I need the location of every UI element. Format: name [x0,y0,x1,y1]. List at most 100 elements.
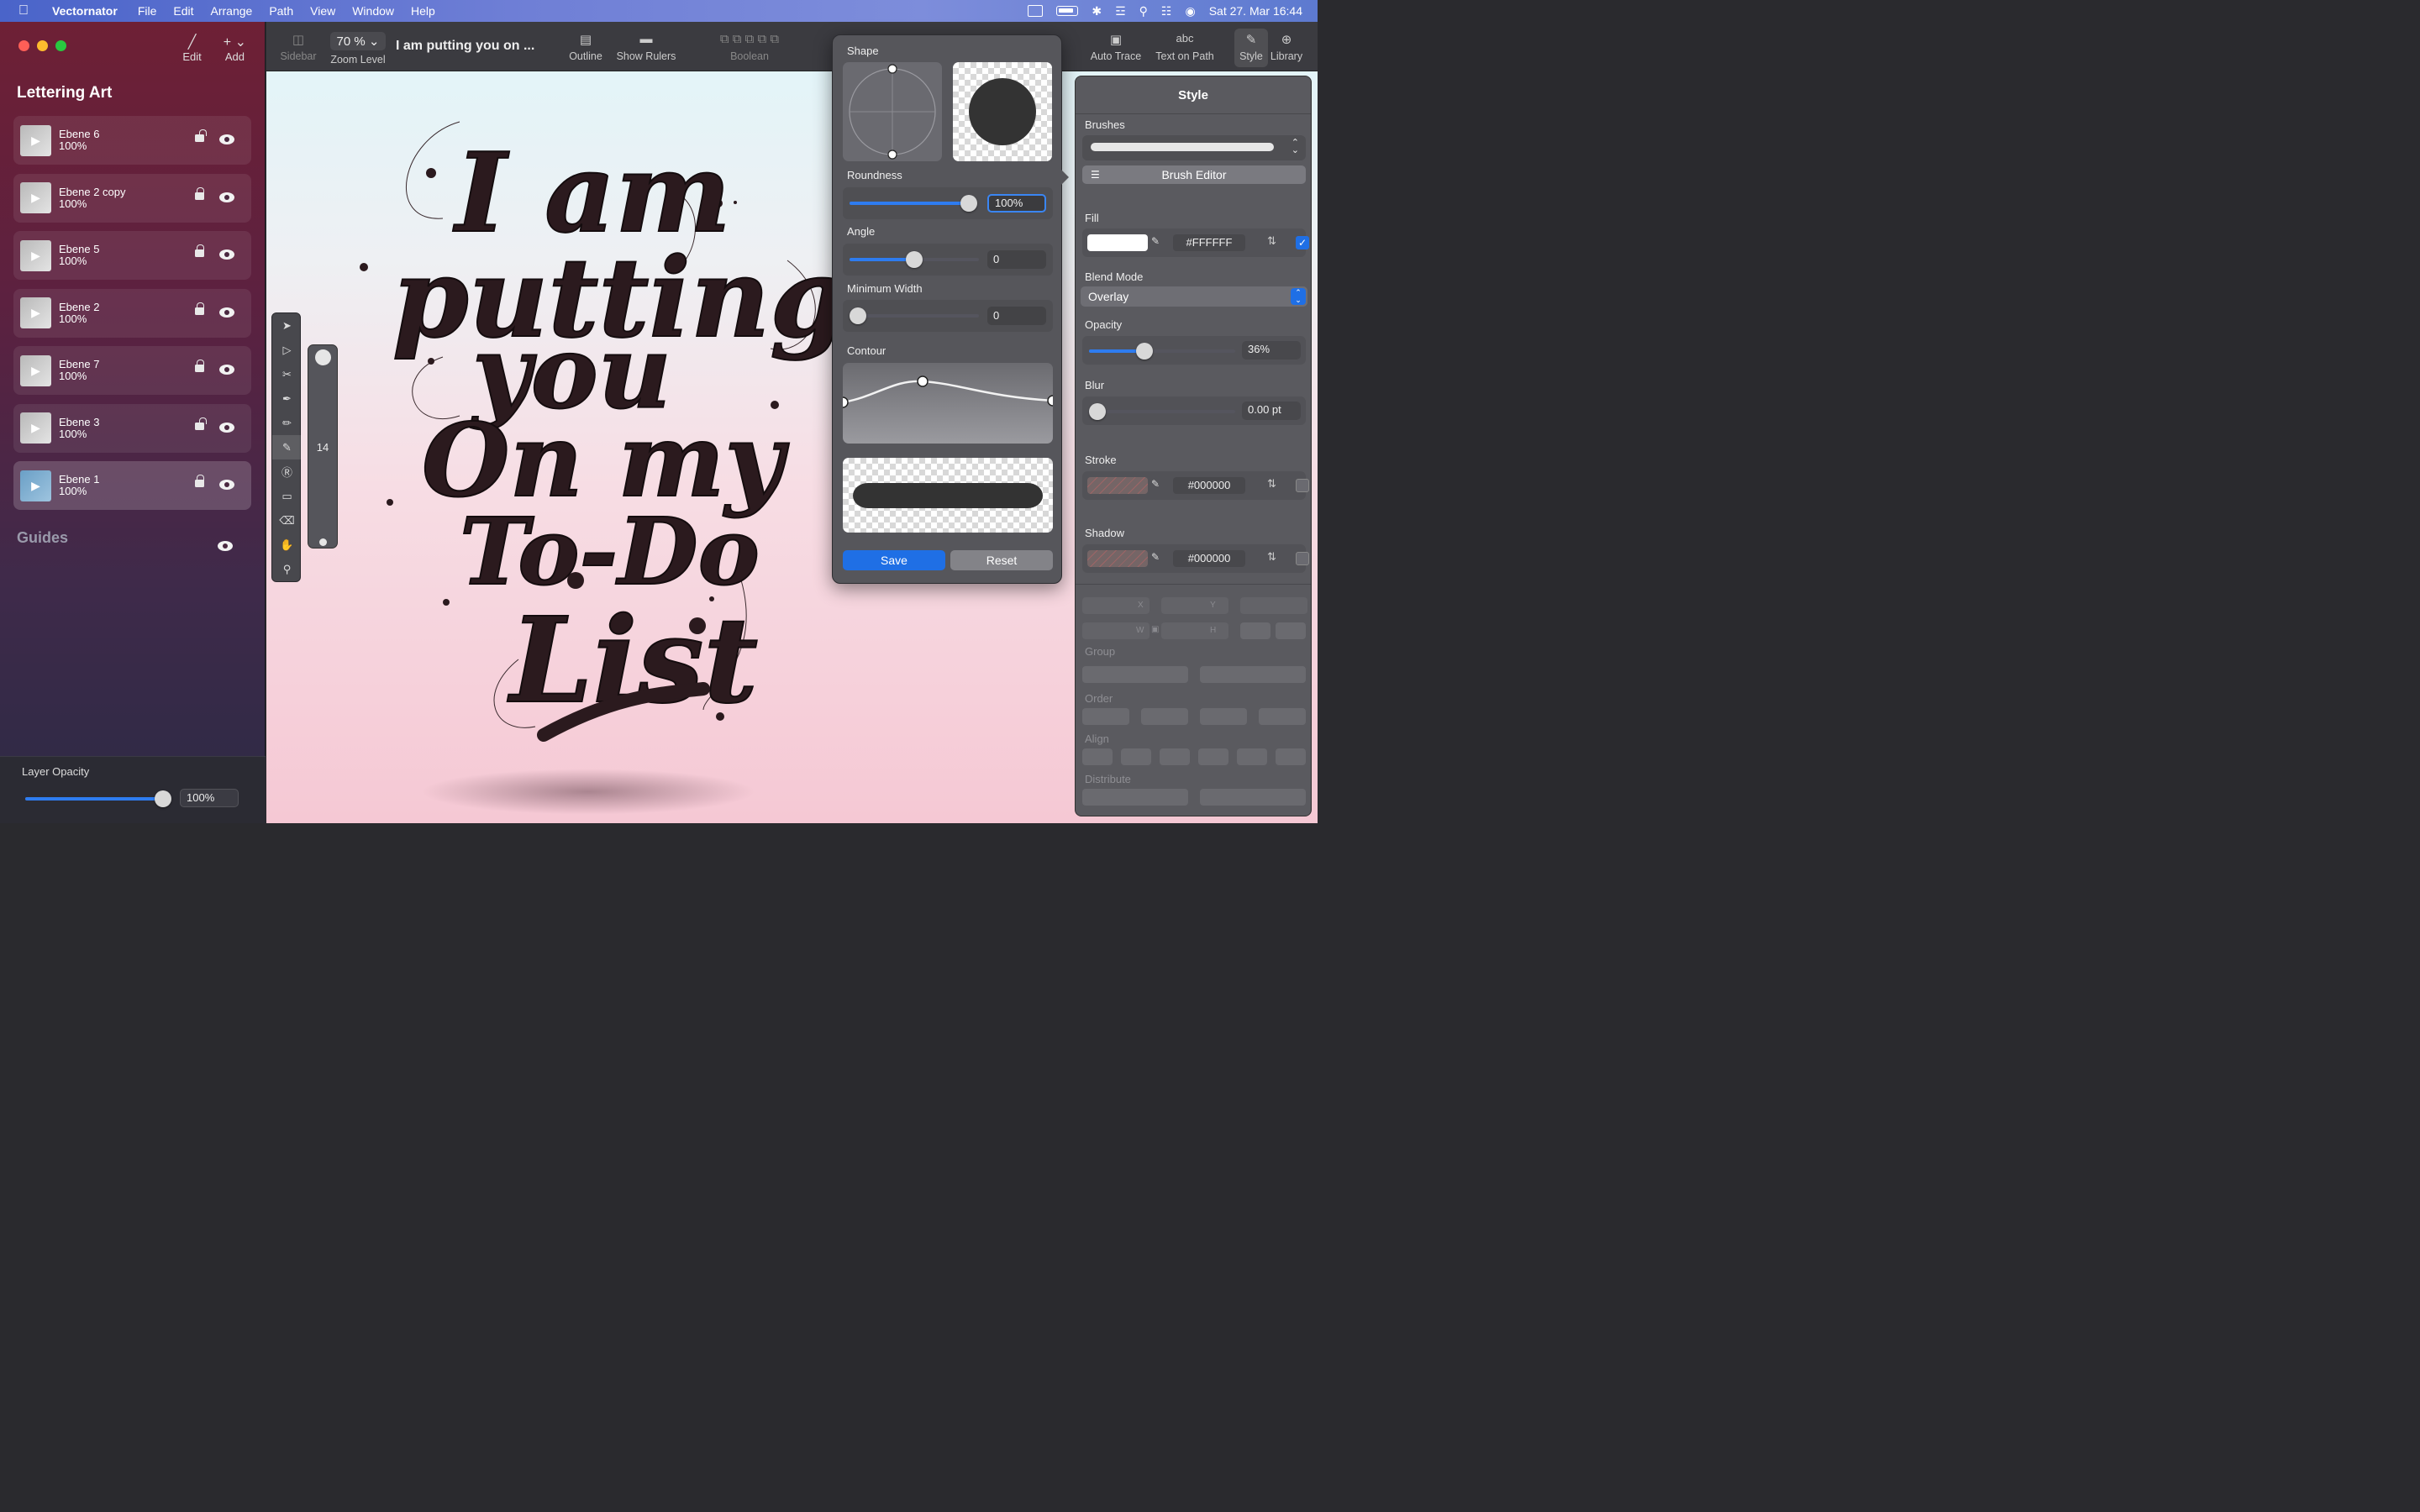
distribute-horizontal-button[interactable] [1082,789,1188,806]
h-field[interactable] [1161,622,1228,639]
min-width-field[interactable]: 0 [987,307,1046,325]
eyedropper-icon[interactable]: ✎ [1151,235,1160,247]
eye-icon[interactable] [219,134,234,144]
rectangle-tool-icon[interactable]: ▭ [272,484,302,508]
library-tab-button[interactable]: ⊕ Library [1268,32,1305,62]
save-button[interactable]: Save [843,550,945,570]
align-bottom-button[interactable] [1276,748,1306,765]
menu-arrange[interactable]: Arrange [211,4,253,18]
artboard-title[interactable]: Lettering Art [17,84,112,102]
layer-opacity-slider[interactable] [25,790,171,807]
text-on-path-button[interactable]: abc Text on Path [1154,32,1216,62]
bluetooth-icon[interactable]: ✱ [1092,4,1102,18]
edit-button[interactable]: ╱ Edit [182,34,201,63]
swap-icon[interactable]: ⇅ [1267,550,1276,564]
pen-tool-icon[interactable]: ✒ [272,386,302,411]
send-backward-button[interactable] [1200,708,1247,725]
layer-opacity-field[interactable]: 100% [180,789,239,807]
group-button[interactable] [1082,666,1188,683]
wifi-icon[interactable]: ☲ [1115,4,1126,18]
node-tool-icon[interactable]: ▷ [272,338,302,362]
shape-angle-control[interactable] [843,62,942,161]
menu-window[interactable]: Window [352,4,394,18]
app-menu[interactable]: Vectornator [52,4,118,18]
menu-help[interactable]: Help [411,4,435,18]
eye-icon[interactable] [219,422,234,433]
add-button[interactable]: + ⌄ Add [224,34,246,63]
layer-row[interactable]: ▶ Ebene 5 100% [13,231,251,280]
apple-menu-icon[interactable]:  [18,3,37,18]
eye-icon[interactable] [219,192,234,202]
layer-row[interactable]: ▶ Ebene 3 100% [13,403,251,453]
brush-selector[interactable]: ⌃ ⌄ [1082,135,1306,160]
reset-button[interactable]: Reset [950,550,1053,570]
fill-enabled-checkbox[interactable]: ✓ [1296,236,1309,249]
min-width-knob[interactable] [850,307,866,324]
outline-button[interactable]: ▤ Outline [564,32,608,62]
lock-icon[interactable] [195,475,204,487]
align-right-button[interactable] [1160,748,1190,765]
text-tool-icon[interactable]: Ⓡ [272,459,302,484]
menubar-clock[interactable]: Sat 27. Mar 16:44 [1209,4,1302,18]
layer-row[interactable]: ▶ Ebene 6 100% [13,116,251,165]
menu-view[interactable]: View [310,4,335,18]
menu-path[interactable]: Path [269,4,293,18]
hand-tool-icon[interactable]: ✋ [272,533,302,557]
align-center-button[interactable] [1121,748,1151,765]
aspect-lock-icon[interactable]: ▣ [1151,625,1159,634]
align-middle-button[interactable] [1237,748,1267,765]
shadow-enabled-checkbox[interactable] [1296,552,1309,565]
eye-icon[interactable] [219,365,234,375]
brush-tool-icon[interactable]: ✎ [272,435,302,459]
eraser-tool-icon[interactable]: ⌫ [272,508,302,533]
flip-horizontal-button[interactable] [1240,622,1270,639]
min-width-slider[interactable] [850,307,979,324]
angle-field[interactable]: 0 [987,250,1046,269]
roundness-knob[interactable] [960,195,977,212]
brush-size-slider[interactable]: 14 [308,344,338,549]
document-title[interactable]: I am putting you on ... [396,39,534,54]
distribute-vertical-button[interactable] [1200,789,1306,806]
auto-trace-button[interactable]: ▣ Auto Trace [1086,32,1145,62]
control-center-icon[interactable]: ☷ [1161,4,1172,18]
style-tab-button[interactable]: ✎ Style [1234,29,1268,67]
angle-slider[interactable] [850,251,979,268]
fill-color-swatch[interactable] [1087,234,1148,251]
layer-opacity-knob[interactable] [155,790,171,807]
blur-field[interactable]: 0.00 pt [1242,402,1301,420]
fill-hex-field[interactable]: #FFFFFF [1173,234,1245,251]
show-rulers-button[interactable]: ▬ Show Rulers [614,32,678,62]
swap-icon[interactable]: ⇅ [1267,234,1276,248]
send-to-back-button[interactable] [1259,708,1306,725]
opacity-slider[interactable] [1089,343,1235,360]
layer-row[interactable]: ▶ Ebene 2 100% [13,288,251,338]
eyedropper-icon[interactable]: ✎ [1151,478,1160,490]
unlocked-icon[interactable] [195,417,207,430]
lock-icon[interactable] [195,244,204,257]
ungroup-button[interactable] [1200,666,1306,683]
lock-icon[interactable] [195,186,204,200]
rotation-field[interactable] [1240,597,1307,614]
shadow-hex-field[interactable]: #000000 [1173,550,1245,567]
stroke-enabled-checkbox[interactable] [1296,479,1309,492]
shadow-color-swatch[interactable] [1087,550,1148,567]
swap-icon[interactable]: ⇅ [1267,477,1276,491]
eyedropper-icon[interactable]: ✎ [1151,551,1160,563]
menu-edit[interactable]: Edit [173,4,193,18]
eye-icon[interactable] [219,480,234,490]
sidebar-toggle-button[interactable]: ◫ Sidebar [276,32,320,62]
zoom-tool-icon[interactable]: ⚲ [272,557,302,581]
align-left-button[interactable] [1082,748,1113,765]
opacity-field[interactable]: 36% [1242,341,1301,360]
blend-mode-select[interactable]: Overlay ⌃ ⌄ [1081,286,1307,307]
size-min-knob[interactable] [319,538,327,546]
lock-icon[interactable] [195,302,204,315]
selection-tool-icon[interactable]: ➤ [272,313,302,338]
minimize-window-button[interactable] [37,40,48,51]
contour-editor[interactable] [837,363,1059,444]
lock-icon[interactable] [195,360,204,372]
siri-icon[interactable]: ◉ [1185,4,1195,18]
eye-icon[interactable] [219,249,234,260]
size-max-knob[interactable] [315,349,331,365]
close-window-button[interactable] [18,40,29,51]
